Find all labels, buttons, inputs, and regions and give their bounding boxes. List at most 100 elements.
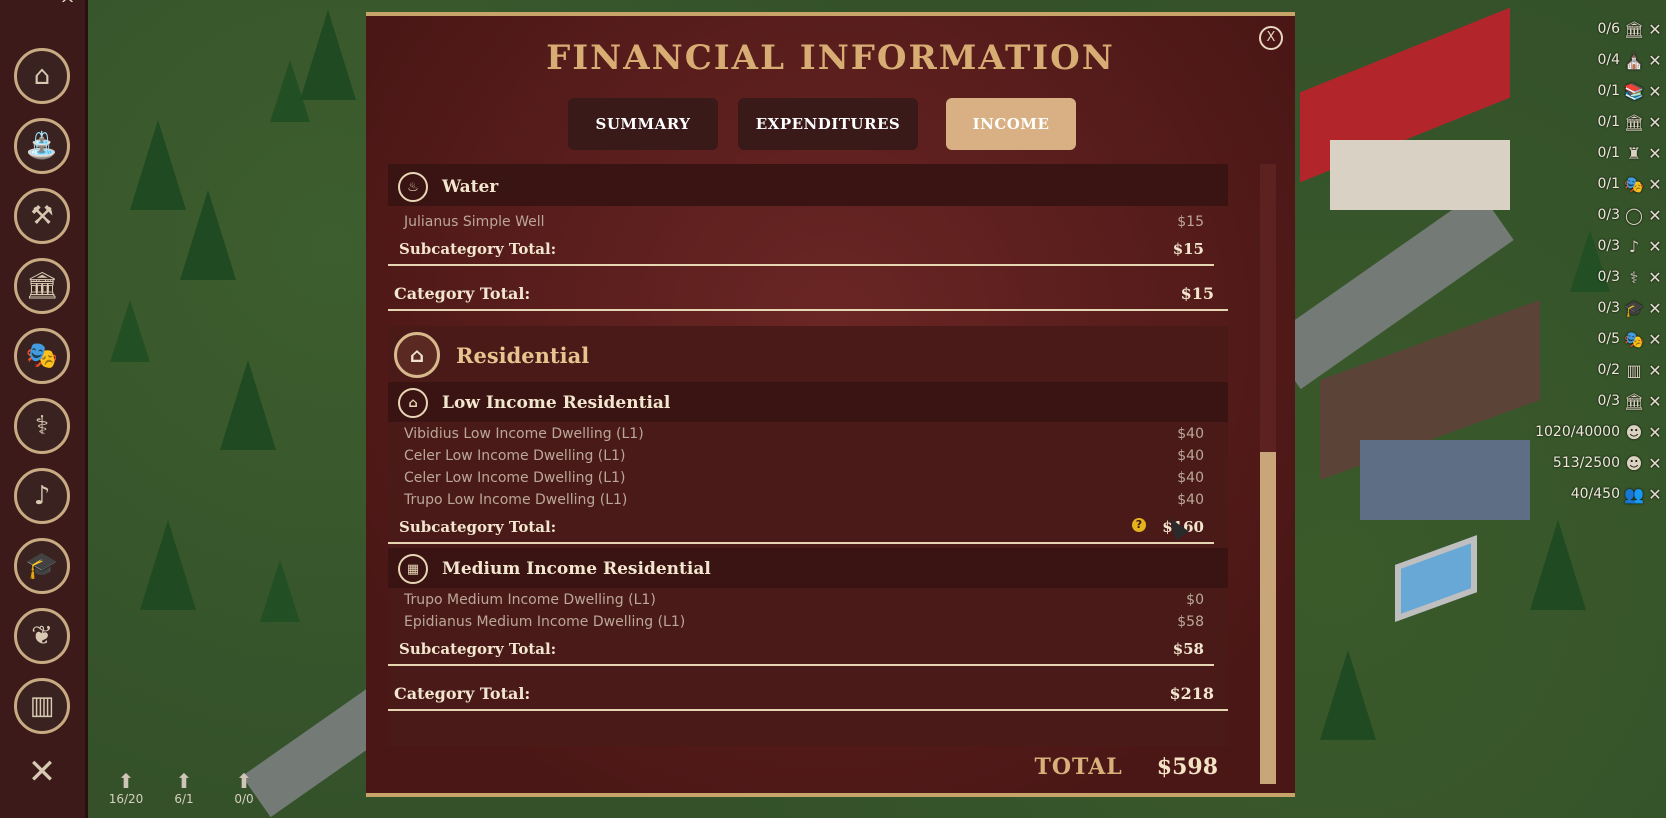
entertainment-button[interactable]: 🎭 xyxy=(14,328,70,384)
stat-value: 0/3 xyxy=(1597,238,1620,254)
stat-value: 0/6 xyxy=(1597,21,1620,37)
close-toolbar-button[interactable]: ✕ xyxy=(14,744,70,800)
category-total: Category Total: $15 xyxy=(388,284,1228,311)
right-stat: 513/2500 ☻ ✕ xyxy=(1526,450,1666,476)
tab-expenditures[interactable]: EXPENDITURES xyxy=(738,98,918,150)
temple-icon: 🏛 xyxy=(25,271,59,301)
military-button[interactable]: ▥ xyxy=(14,678,70,734)
category-total-amount: $15 xyxy=(1180,284,1214,303)
bank-icon: 🏛 xyxy=(1624,391,1645,411)
item-amount: $15 xyxy=(1177,214,1204,230)
right-stat: 0/3 ◯ ✕ xyxy=(1526,202,1666,228)
list-item: Trupo Medium Income Dwelling (L1) $0 xyxy=(388,592,1214,608)
music-icon: ♪ xyxy=(33,481,51,511)
income-list[interactable]: ♨ Water Julianus Simple Well $15 Subcate… xyxy=(388,164,1228,784)
right-stat: 0/6 🏛 ✕ xyxy=(1526,16,1666,42)
low-income-house-icon: ⌂ xyxy=(398,388,428,418)
tree xyxy=(260,560,300,622)
person-up-icon: ⬆ xyxy=(175,769,193,793)
list-item: Celer Low Income Dwelling (L1) $40 xyxy=(388,448,1214,464)
stat-value: 0/5 xyxy=(1597,331,1620,347)
close-icon[interactable]: ✕ xyxy=(1644,361,1666,380)
bust-icon: ☻ xyxy=(1625,453,1643,473)
building-red-roof[interactable] xyxy=(1300,7,1530,210)
category-header: ⌂ Residential xyxy=(394,332,589,378)
government-button[interactable]: 🏛 xyxy=(14,258,70,314)
stat-value: 0/3 xyxy=(1597,300,1620,316)
subtotal-amount: $58 xyxy=(1172,640,1204,658)
standard-icon: ▥ xyxy=(29,691,55,721)
close-icon[interactable]: ✕ xyxy=(1644,20,1666,39)
category-total-label: Category Total: xyxy=(394,284,531,303)
mask-icon: 🎭 xyxy=(1624,329,1644,349)
tree xyxy=(130,120,186,210)
close-icon[interactable]: ✕ xyxy=(1644,237,1666,256)
help-icon[interactable]: ? xyxy=(1132,518,1146,532)
bottom-stat: ⬆ 16/20 xyxy=(106,770,146,806)
close-icon[interactable]: ✕ xyxy=(1644,144,1666,163)
stat-value: 513/2500 xyxy=(1552,455,1620,471)
close-icon[interactable]: ✕ xyxy=(1644,268,1666,287)
fountain-icon: ⛲ xyxy=(25,131,59,161)
close-button[interactable]: X xyxy=(1259,26,1283,50)
health-icon: ⚕ xyxy=(1629,267,1639,287)
close-icon[interactable]: ✕ xyxy=(1644,51,1666,70)
tab-income[interactable]: INCOME xyxy=(946,98,1076,150)
stat-value: 40/450 xyxy=(1570,486,1620,502)
collapse-toolbar-icon[interactable]: ^ xyxy=(60,0,75,15)
close-icon[interactable]: ✕ xyxy=(1644,175,1666,194)
music-button[interactable]: ♪ xyxy=(14,468,70,524)
item-amount: $40 xyxy=(1177,426,1204,442)
graduation-cap-icon: 🎓 xyxy=(25,551,59,581)
item-name: Celer Low Income Dwelling (L1) xyxy=(404,448,626,464)
housing-button[interactable]: ⌂ xyxy=(14,48,70,104)
scrollbar-thumb[interactable] xyxy=(1260,452,1276,784)
subtotal-label: Subcategory Total: xyxy=(399,640,557,658)
subcategory-title: Low Income Residential xyxy=(442,393,671,413)
stat-value: 0/2 xyxy=(1597,362,1620,378)
subcategory-header: ▦ Medium Income Residential xyxy=(398,554,711,584)
category-total-label: Category Total: xyxy=(394,684,531,703)
health-button[interactable]: ⚕ xyxy=(14,398,70,454)
close-icon[interactable]: ✕ xyxy=(1644,113,1666,132)
basilica-icon: 🏛 xyxy=(1624,112,1645,132)
grand-total: TOTAL $598 xyxy=(388,754,1228,780)
scrollbar[interactable] xyxy=(1260,164,1276,784)
tab-summary[interactable]: SUMMARY xyxy=(568,98,718,150)
right-stat: 0/3 🎓 ✕ xyxy=(1526,295,1666,321)
industry-button[interactable]: ⚒ xyxy=(14,188,70,244)
house-icon: ⌂ xyxy=(394,332,440,378)
close-icon[interactable]: ✕ xyxy=(1644,423,1666,442)
subtotal-label: Subcategory Total: xyxy=(399,240,557,258)
religion-button[interactable]: ❦ xyxy=(14,608,70,664)
mask-icon: 🎭 xyxy=(25,341,59,371)
item-name: Julianus Simple Well xyxy=(404,214,545,230)
subcategory-title: Water xyxy=(442,177,499,197)
right-stat: 0/2 ▥ ✕ xyxy=(1526,357,1666,383)
right-stat: 1020/40000 ☻ ✕ xyxy=(1526,419,1666,445)
tree xyxy=(1320,650,1376,740)
right-stat: 0/3 ⚕ ✕ xyxy=(1526,264,1666,290)
close-icon[interactable]: ✕ xyxy=(1644,392,1666,411)
caduceus-icon: ⚕ xyxy=(34,411,50,441)
subcategory-total: Subcategory Total: $160 xyxy=(388,518,1214,544)
pool[interactable] xyxy=(1395,535,1477,622)
bottom-stat: ⬆ 0/0 xyxy=(224,770,264,806)
close-icon[interactable]: ✕ xyxy=(1644,330,1666,349)
person-up-icon: ⬆ xyxy=(235,769,253,793)
item-name: Trupo Low Income Dwelling (L1) xyxy=(404,492,628,508)
list-item: Julianus Simple Well $15 xyxy=(388,214,1214,230)
tree xyxy=(140,520,196,610)
left-toolbar: ^ ⌂ ⛲ ⚒ 🏛 🎭 ⚕ ♪ 🎓 ❦ ▥ ✕ xyxy=(0,0,88,818)
forum-icon: ⛪ xyxy=(1624,50,1644,70)
close-icon[interactable]: ✕ xyxy=(1644,299,1666,318)
close-icon[interactable]: ✕ xyxy=(1644,82,1666,101)
library-icon: 📚 xyxy=(1624,81,1644,101)
close-icon[interactable]: ✕ xyxy=(1644,485,1666,504)
close-icon[interactable]: ✕ xyxy=(1644,454,1666,473)
water-button[interactable]: ⛲ xyxy=(14,118,70,174)
close-icon[interactable]: ✕ xyxy=(1644,206,1666,225)
list-item: Celer Low Income Dwelling (L1) $40 xyxy=(388,470,1214,486)
education-button[interactable]: 🎓 xyxy=(14,538,70,594)
bottom-stat: ⬆ 6/1 xyxy=(164,770,204,806)
